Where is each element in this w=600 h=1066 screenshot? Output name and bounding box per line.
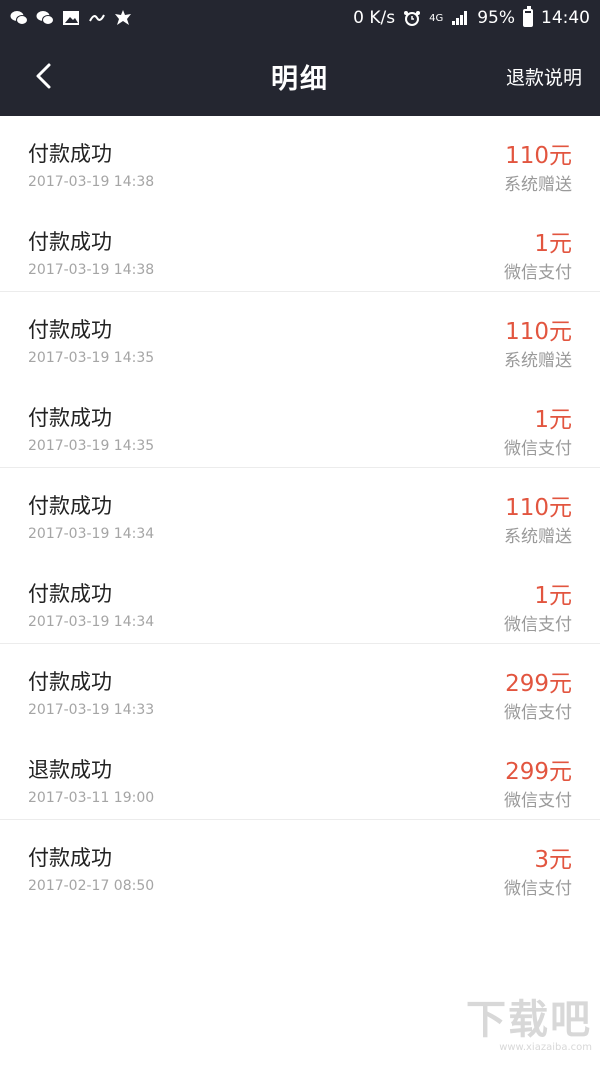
transaction-row[interactable]: 付款成功 2017-03-19 14:33 299元 微信支付 <box>0 644 600 732</box>
alarm-icon <box>403 10 421 26</box>
refund-info-link[interactable]: 退款说明 <box>506 63 582 90</box>
transaction-title: 付款成功 <box>28 229 112 254</box>
transaction-time: 2017-03-19 14:38 <box>28 261 155 278</box>
transaction-amount: 110元 <box>505 143 572 169</box>
transaction-group: 付款成功 2017-03-19 14:38 110元 系统赠送 付款成功 201… <box>0 116 600 292</box>
transaction-row[interactable]: 付款成功 2017-02-17 08:50 3元 微信支付 <box>0 820 600 908</box>
transaction-group: 付款成功 2017-03-19 14:33 299元 微信支付 退款成功 201… <box>0 644 600 820</box>
transaction-method: 微信支付 <box>504 879 572 899</box>
transaction-amount: 1元 <box>534 582 572 609</box>
status-left <box>10 10 132 26</box>
transaction-list: 付款成功 2017-03-19 14:38 110元 系统赠送 付款成功 201… <box>0 116 600 908</box>
transaction-method: 微信支付 <box>504 438 572 459</box>
transaction-row[interactable]: 付款成功 2017-03-19 14:38 1元 微信支付 <box>0 204 600 292</box>
transaction-time: 2017-03-19 14:35 <box>28 437 155 454</box>
transaction-title: 付款成功 <box>28 581 112 606</box>
transaction-amount: 299元 <box>505 758 572 785</box>
transaction-time: 2017-03-11 19:00 <box>28 789 155 806</box>
transaction-group: 付款成功 2017-03-19 14:35 110元 系统赠送 付款成功 201… <box>0 292 600 468</box>
transaction-time: 2017-03-19 14:33 <box>28 702 155 718</box>
transaction-amount: 1元 <box>534 406 572 433</box>
transaction-row[interactable]: 付款成功 2017-03-19 14:34 1元 微信支付 <box>0 556 600 644</box>
leaf-icon <box>114 10 132 26</box>
nav-bar: 明细 退款说明 <box>0 36 600 116</box>
network-type: 4G <box>429 12 444 24</box>
watermark: 下载吧 www.xiazaiba.com <box>452 998 592 1058</box>
transaction-time: 2017-03-19 14:34 <box>28 613 155 630</box>
transaction-amount: 110元 <box>505 495 572 521</box>
transaction-row[interactable]: 付款成功 2017-03-19 14:34 110元 系统赠送 <box>0 468 600 556</box>
transaction-title: 付款成功 <box>28 670 112 694</box>
network-speed: 0 K/s <box>353 8 396 28</box>
transaction-amount: 299元 <box>505 671 572 697</box>
transaction-method: 系统赠送 <box>504 175 572 195</box>
transaction-row[interactable]: 付款成功 2017-03-19 14:35 110元 系统赠送 <box>0 292 600 380</box>
transaction-method: 微信支付 <box>504 614 572 635</box>
app-root: 0 K/s 4G 95% 14:40 明细 退款说明 付款成功 2017-03-… <box>0 0 600 1066</box>
wechat-icon <box>36 10 54 26</box>
clock: 14:40 <box>541 8 590 28</box>
transaction-group: 付款成功 2017-03-19 14:34 110元 系统赠送 付款成功 201… <box>0 468 600 644</box>
transaction-row[interactable]: 退款成功 2017-03-11 19:00 299元 微信支付 <box>0 732 600 820</box>
image-icon <box>62 10 80 26</box>
transaction-method: 微信支付 <box>504 262 572 283</box>
transaction-row[interactable]: 付款成功 2017-03-19 14:35 1元 微信支付 <box>0 380 600 468</box>
status-right: 0 K/s 4G 95% 14:40 <box>353 6 590 28</box>
transaction-method: 系统赠送 <box>504 351 572 371</box>
transaction-row[interactable]: 付款成功 2017-03-19 14:38 110元 系统赠送 <box>0 116 600 204</box>
transaction-title: 付款成功 <box>28 405 112 430</box>
battery-percent: 95% <box>477 8 515 28</box>
transaction-method: 微信支付 <box>504 703 572 723</box>
status-bar: 0 K/s 4G 95% 14:40 <box>0 0 600 36</box>
transaction-time: 2017-03-19 14:34 <box>28 526 155 542</box>
transaction-time: 2017-03-19 14:38 <box>28 174 155 190</box>
watermark-url: www.xiazaiba.com <box>499 1042 592 1053</box>
transaction-title: 退款成功 <box>28 757 112 782</box>
transaction-method: 系统赠送 <box>504 527 572 547</box>
transaction-group: 付款成功 2017-02-17 08:50 3元 微信支付 <box>0 820 600 908</box>
watermark-logo: 下载吧 <box>466 997 592 1043</box>
transaction-title: 付款成功 <box>28 846 112 870</box>
transaction-title: 付款成功 <box>28 494 112 518</box>
link-icon <box>88 10 106 26</box>
transaction-amount: 1元 <box>534 230 572 257</box>
wechat-icon <box>10 10 28 26</box>
transaction-time: 2017-03-19 14:35 <box>28 350 155 366</box>
transaction-time: 2017-02-17 08:50 <box>28 878 155 894</box>
transaction-amount: 110元 <box>505 319 572 345</box>
transaction-amount: 3元 <box>534 847 572 873</box>
transaction-method: 微信支付 <box>504 790 572 811</box>
transaction-title: 付款成功 <box>28 142 112 166</box>
battery-icon <box>523 6 533 27</box>
signal-icon <box>451 10 469 26</box>
transaction-title: 付款成功 <box>28 318 112 342</box>
